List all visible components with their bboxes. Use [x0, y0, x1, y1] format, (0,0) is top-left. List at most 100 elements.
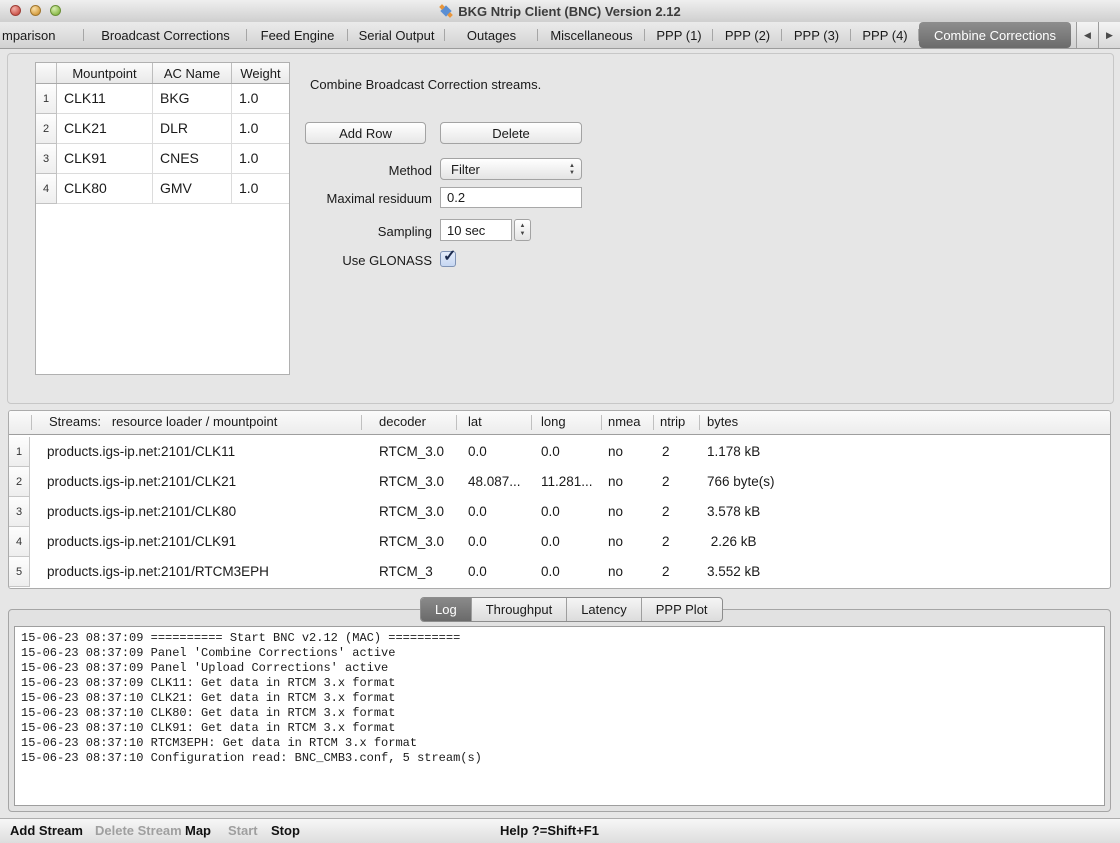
- map-button[interactable]: Map: [185, 819, 211, 843]
- cell-decoder: RTCM_3: [379, 557, 433, 587]
- tab-ppp-2[interactable]: PPP (2): [713, 22, 782, 48]
- col-header-mountpoint[interactable]: Mountpoint: [57, 63, 153, 83]
- help-shortcut-label: Help ?=Shift+F1: [500, 819, 599, 843]
- col-header-weight[interactable]: Weight: [232, 63, 289, 83]
- cell-mountpoint[interactable]: CLK21: [57, 114, 153, 144]
- main-tab-bar: mparison Broadcast Corrections Feed Engi…: [0, 22, 1120, 49]
- cell-nmea: no: [608, 467, 623, 497]
- tab-ppp-1[interactable]: PPP (1): [645, 22, 713, 48]
- tab-miscellaneous[interactable]: Miscellaneous: [538, 22, 645, 48]
- stream-row[interactable]: 1 products.igs-ip.net:2101/CLK11 RTCM_3.…: [9, 437, 1110, 467]
- app-window: BKG Ntrip Client (BNC) Version 2.12 mpar…: [0, 0, 1120, 843]
- cell-decoder: RTCM_3.0: [379, 467, 444, 497]
- streams-table-header: Streams: resource loader / mountpoint de…: [9, 411, 1110, 435]
- sampling-stepper[interactable]: ▲ ▼: [514, 219, 531, 241]
- cell-long: 0.0: [541, 497, 560, 527]
- tab-combine-corrections[interactable]: Combine Corrections: [919, 22, 1071, 48]
- cell-weight[interactable]: 1.0: [232, 114, 289, 144]
- log-line: 15-06-23 08:37:09 ========== Start BNC v…: [21, 631, 1098, 646]
- add-row-button[interactable]: Add Row: [305, 122, 426, 144]
- cell-ntrip: 2: [662, 527, 670, 557]
- sampling-input[interactable]: 10 sec: [440, 219, 512, 241]
- stream-row[interactable]: 4 products.igs-ip.net:2101/CLK91 RTCM_3.…: [9, 527, 1110, 557]
- cell-lat: 0.0: [468, 437, 487, 467]
- stepper-up-icon[interactable]: ▲: [520, 223, 526, 229]
- cell-bytes: 1.178 kB: [707, 437, 760, 467]
- cell-mountpoint[interactable]: CLK91: [57, 144, 153, 174]
- cell-nmea: no: [608, 437, 623, 467]
- cell-ac-name[interactable]: DLR: [153, 114, 232, 144]
- cell-lat: 0.0: [468, 497, 487, 527]
- col-header-lat[interactable]: lat: [468, 411, 482, 433]
- zoom-button-icon[interactable]: [50, 5, 61, 16]
- use-glonass-checkbox[interactable]: ✓: [440, 251, 456, 267]
- method-select[interactable]: Filter ▲▼: [440, 158, 582, 180]
- close-button-icon[interactable]: [10, 5, 21, 16]
- tab-feed-engine[interactable]: Feed Engine: [247, 22, 348, 48]
- title-bar: BKG Ntrip Client (BNC) Version 2.12: [0, 0, 1120, 23]
- row-number: 3: [36, 144, 57, 174]
- tab-ppp-3[interactable]: PPP (3): [782, 22, 851, 48]
- tab-scroll-right-icon[interactable]: ▶: [1098, 22, 1120, 48]
- cell-lat: 48.087...: [468, 467, 521, 497]
- cell-ntrip: 2: [662, 557, 670, 587]
- cell-source: products.igs-ip.net:2101/RTCM3EPH: [47, 557, 269, 587]
- table-row[interactable]: 2 CLK21 DLR 1.0: [36, 114, 289, 144]
- tab-latency[interactable]: Latency: [566, 598, 641, 621]
- maximal-residuum-input[interactable]: 0.2: [440, 187, 582, 208]
- add-stream-button[interactable]: Add Stream: [10, 819, 83, 843]
- col-header-ntrip[interactable]: ntrip: [660, 411, 685, 433]
- combination-table-header: Mountpoint AC Name Weight: [36, 63, 289, 84]
- cell-ac-name[interactable]: BKG: [153, 84, 232, 114]
- cell-ac-name[interactable]: CNES: [153, 144, 232, 174]
- col-header-nmea[interactable]: nmea: [608, 411, 641, 433]
- col-header-decoder[interactable]: decoder: [379, 411, 426, 433]
- tab-ppp-4[interactable]: PPP (4): [851, 22, 919, 48]
- cell-lat: 0.0: [468, 557, 487, 587]
- streams-table: Streams: resource loader / mountpoint de…: [8, 410, 1111, 589]
- col-header-streams[interactable]: Streams: resource loader / mountpoint: [49, 411, 277, 433]
- cell-mountpoint[interactable]: CLK11: [57, 84, 153, 114]
- tab-broadcast-corrections[interactable]: Broadcast Corrections: [84, 22, 247, 48]
- log-line: 15-06-23 08:37:10 RTCM3EPH: Get data in …: [21, 736, 1098, 751]
- tab-throughput[interactable]: Throughput: [471, 598, 567, 621]
- cell-decoder: RTCM_3.0: [379, 527, 444, 557]
- tab-log[interactable]: Log: [421, 598, 471, 621]
- stop-button[interactable]: Stop: [271, 819, 300, 843]
- cell-decoder: RTCM_3.0: [379, 497, 444, 527]
- cell-ac-name[interactable]: GMV: [153, 174, 232, 204]
- tab-ppp-plot[interactable]: PPP Plot: [641, 598, 722, 621]
- window-title: BKG Ntrip Client (BNC) Version 2.12: [458, 4, 680, 19]
- stream-row[interactable]: 2 products.igs-ip.net:2101/CLK21 RTCM_3.…: [9, 467, 1110, 497]
- cell-weight[interactable]: 1.0: [232, 84, 289, 114]
- log-output[interactable]: 15-06-23 08:37:09 ========== Start BNC v…: [14, 626, 1105, 806]
- combination-table: Mountpoint AC Name Weight 1 CLK11 BKG 1.…: [35, 62, 290, 375]
- log-line: 15-06-23 08:37:09 Panel 'Upload Correcti…: [21, 661, 1098, 676]
- tab-serial-output[interactable]: Serial Output: [348, 22, 445, 48]
- stepper-down-icon[interactable]: ▼: [520, 231, 526, 237]
- minimize-button-icon[interactable]: [30, 5, 41, 16]
- log-line: 15-06-23 08:37:09 Panel 'Combine Correct…: [21, 646, 1098, 661]
- maximal-residuum-label: Maximal residuum: [250, 191, 432, 206]
- cell-nmea: no: [608, 527, 623, 557]
- tab-comparison[interactable]: mparison: [0, 22, 84, 48]
- tab-outages[interactable]: Outages: [445, 22, 538, 48]
- table-row[interactable]: 1 CLK11 BKG 1.0: [36, 84, 289, 114]
- log-line: 15-06-23 08:37:10 CLK21: Get data in RTC…: [21, 691, 1098, 706]
- tab-scroll-left-icon[interactable]: ◀: [1076, 22, 1098, 48]
- cell-bytes: 2.26 kB: [707, 527, 757, 557]
- cell-long: 0.0: [541, 527, 560, 557]
- cell-mountpoint[interactable]: CLK80: [57, 174, 153, 204]
- col-header-long[interactable]: long: [541, 411, 566, 433]
- cell-long: 0.0: [541, 557, 560, 587]
- delete-button[interactable]: Delete: [440, 122, 582, 144]
- start-button: Start: [228, 819, 258, 843]
- col-header-ac-name[interactable]: AC Name: [153, 63, 232, 83]
- stream-row[interactable]: 3 products.igs-ip.net:2101/CLK80 RTCM_3.…: [9, 497, 1110, 527]
- use-glonass-label: Use GLONASS: [250, 253, 432, 268]
- cell-ntrip: 2: [662, 467, 670, 497]
- row-number: 1: [9, 437, 30, 467]
- col-header-bytes[interactable]: bytes: [707, 411, 738, 433]
- cell-source: products.igs-ip.net:2101/CLK11: [47, 437, 235, 467]
- stream-row[interactable]: 5 products.igs-ip.net:2101/RTCM3EPH RTCM…: [9, 557, 1110, 587]
